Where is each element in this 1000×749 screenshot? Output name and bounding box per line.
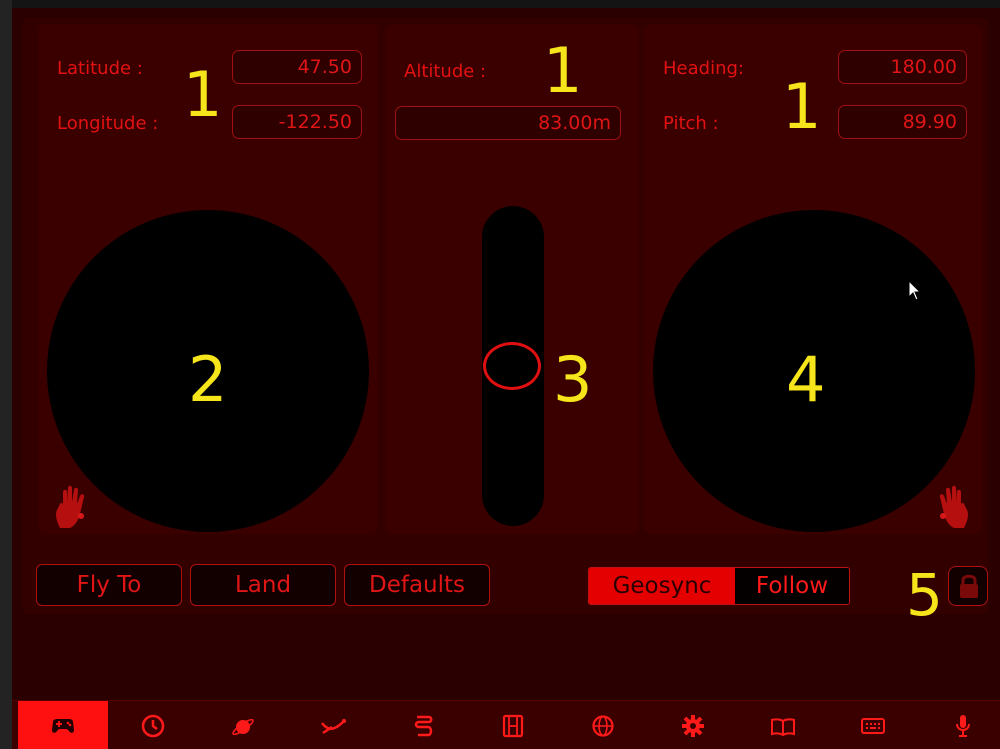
longitude-field[interactable]: -122.50: [232, 105, 362, 139]
clock-icon: [141, 714, 165, 737]
hand-icon: [939, 485, 968, 528]
tab-settings[interactable]: [648, 701, 738, 749]
film-icon: [502, 714, 524, 737]
gear-icon: [682, 714, 704, 737]
route-icon: [414, 715, 433, 736]
heading-label: Heading:: [663, 58, 744, 79]
mouse-cursor-icon: [908, 280, 922, 301]
altitude-column: Altitude : 1 83.00m 3: [385, 24, 639, 534]
fly-to-button[interactable]: Fly To: [36, 564, 182, 606]
heading-field[interactable]: 180.00: [838, 50, 967, 84]
app-window: Latitude : 47.50 Longitude : -122.50 1 2…: [0, 0, 1000, 749]
book-icon: [771, 717, 795, 736]
tab-microphone[interactable]: [918, 701, 1000, 749]
hand-icon: [56, 485, 85, 528]
lock-button[interactable]: [948, 566, 988, 606]
tab-book[interactable]: [738, 701, 828, 749]
orientation-column: Heading: 180.00 Pitch : 89.90 1 4: [644, 24, 982, 534]
annotation-1-left: 1: [183, 58, 223, 131]
altitude-field[interactable]: 83.00m: [395, 106, 621, 140]
window-edge: [0, 0, 12, 749]
tab-route[interactable]: [378, 701, 468, 749]
tab-film[interactable]: [468, 701, 558, 749]
gamepad-icon: [52, 718, 74, 733]
annotation-5: 5: [906, 561, 943, 629]
bottom-tab-bar: [12, 700, 1000, 749]
lock-icon: [960, 574, 978, 598]
flight-control-screen: Latitude : 47.50 Longitude : -122.50 1 2…: [12, 8, 1000, 700]
tab-keyboard[interactable]: [828, 701, 918, 749]
tab-path[interactable]: [288, 701, 378, 749]
latitude-label: Latitude :: [57, 58, 143, 79]
pitch-label: Pitch :: [663, 113, 719, 134]
geosync-toggle[interactable]: Geosync: [589, 568, 735, 604]
annotation-2: 2: [188, 343, 228, 416]
annotation-3: 3: [553, 343, 593, 416]
globe-icon: [592, 714, 614, 737]
tab-planet[interactable]: [198, 701, 288, 749]
follow-toggle[interactable]: Follow: [735, 568, 849, 604]
altitude-slider-knob[interactable]: [483, 342, 541, 390]
latitude-field[interactable]: 47.50: [232, 50, 362, 84]
tab-clock[interactable]: [108, 701, 198, 749]
window-top-edge: [12, 0, 1000, 8]
longitude-label: Longitude :: [57, 113, 159, 134]
altitude-label: Altitude :: [404, 61, 487, 82]
altitude-slider[interactable]: [482, 206, 544, 526]
mode-toggle: Geosync Follow: [588, 567, 850, 605]
position-column: Latitude : 47.50 Longitude : -122.50 1 2: [38, 24, 378, 534]
planet-icon: [232, 718, 254, 735]
annotation-1-right: 1: [782, 70, 822, 143]
defaults-button[interactable]: Defaults: [344, 564, 490, 606]
microphone-icon: [956, 714, 970, 737]
keyboard-icon: [861, 717, 885, 734]
tab-globe[interactable]: [558, 701, 648, 749]
annotation-4: 4: [786, 343, 826, 416]
pitch-field[interactable]: 89.90: [838, 105, 967, 139]
tab-gamepad[interactable]: [18, 701, 108, 749]
path-icon: [321, 718, 346, 734]
land-button[interactable]: Land: [190, 564, 336, 606]
annotation-1-middle: 1: [543, 34, 583, 107]
control-panel: Latitude : 47.50 Longitude : -122.50 1 2…: [22, 18, 988, 624]
